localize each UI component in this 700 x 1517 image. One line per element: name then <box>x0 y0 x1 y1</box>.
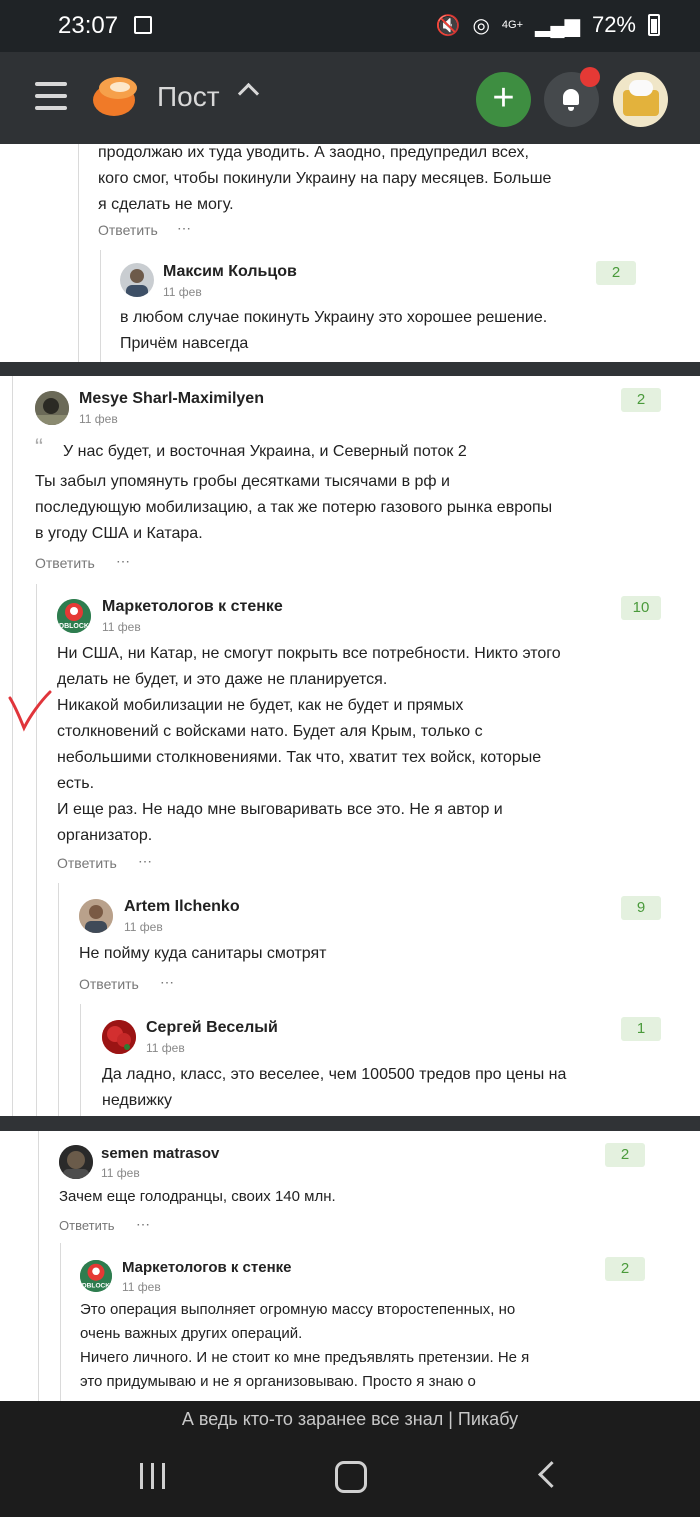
comment-date: 11 фев <box>102 620 141 634</box>
thread-line <box>12 376 13 1116</box>
svg-text:DBLOCK: DBLOCK <box>82 1282 110 1289</box>
comment-date: 11 фев <box>146 1041 185 1055</box>
status-bar: 23:07 🔇 ◎ 4G+ ▂▄▆ 72% <box>0 0 700 52</box>
avatar[interactable] <box>59 1145 93 1179</box>
battery-icon <box>648 14 660 36</box>
comment-text: Это операция выполняет огромную массу вт… <box>80 1301 530 1390</box>
more-icon[interactable]: ⋯ <box>116 553 131 570</box>
reply-link[interactable]: Ответить <box>59 1218 115 1233</box>
comment-text: Зачем еще голодранцы, своих 140 млн. <box>59 1188 336 1205</box>
page-title[interactable]: Пост <box>157 81 220 113</box>
reply-link[interactable]: Ответить <box>79 976 139 992</box>
comment-text: Не пойму куда санитары смотрят <box>79 945 327 962</box>
status-icons: 🔇 ◎ 4G+ ▂▄▆ 72% <box>436 12 660 38</box>
reply-link[interactable]: Ответить <box>57 855 117 871</box>
screenshot-divider <box>0 1116 700 1131</box>
menu-icon[interactable] <box>35 82 67 112</box>
rating-badge: 2 <box>621 388 661 412</box>
comment-author[interactable]: Максим Кольцов <box>163 263 297 281</box>
avatar[interactable]: DBLOCK <box>57 599 91 633</box>
image-caption: А ведь кто-то заранее все знал | Пикабу <box>181 1409 519 1429</box>
more-icon[interactable]: ⋯ <box>138 853 153 870</box>
thread-line <box>78 144 79 362</box>
comment-date: 11 фев <box>163 285 202 299</box>
home-icon[interactable] <box>335 1461 367 1493</box>
comment-screenshot-3: semen matrasov 11 фев 2 Зачем еще голодр… <box>0 1131 700 1401</box>
pikabu-logo[interactable] <box>92 74 140 118</box>
quoted-text: У нас будет, и восточная Украина, и Севе… <box>63 443 467 460</box>
thread-line <box>100 250 101 362</box>
system-nav-bar: А ведь кто-то заранее все знал | Пикабу <box>0 1401 700 1517</box>
mute-icon: 🔇 <box>435 14 461 37</box>
chevron-up-icon[interactable] <box>237 82 260 105</box>
comment-text: в любом случае покинуть Украину это хоро… <box>120 309 548 352</box>
thread-line <box>80 1004 81 1116</box>
comment-screenshot-1: продолжаю их туда уводить. А заодно, пре… <box>0 144 700 362</box>
comment-date: 11 фев <box>79 412 118 426</box>
comment-author[interactable]: Маркетологов к стенке <box>102 598 283 616</box>
comment-author[interactable]: Маркетологов к стенке <box>122 1259 291 1276</box>
add-post-button[interactable]: + <box>476 72 531 127</box>
checkmark-annotation-icon <box>8 690 52 732</box>
app-header: Пост + <box>0 52 700 144</box>
bell-icon <box>563 89 579 111</box>
recent-apps-icon[interactable] <box>140 1463 168 1489</box>
thread-line <box>60 1243 61 1401</box>
comment-text: Да ладно, класс, это веселее, чем 100500… <box>102 1066 567 1109</box>
user-avatar[interactable] <box>613 72 668 127</box>
hotspot-icon: ◎ <box>472 14 490 37</box>
avatar[interactable]: DBLOCK <box>80 1260 112 1292</box>
back-icon[interactable] <box>538 1461 565 1488</box>
gallery-icon <box>134 16 152 34</box>
thread-line <box>36 584 37 1116</box>
screenshot-divider <box>0 362 700 376</box>
avatar[interactable] <box>102 1020 136 1054</box>
avatar[interactable] <box>35 391 69 425</box>
clock: 23:07 <box>58 12 119 39</box>
battery-percent: 72% <box>591 12 636 37</box>
reply-link[interactable]: Ответить <box>35 555 95 571</box>
rating-badge: 2 <box>605 1257 645 1281</box>
comment-text: Ни США, ни Катар, не смогут покрыть все … <box>57 645 561 844</box>
avatar[interactable] <box>79 899 113 933</box>
comment-screenshot-2: Mesye Sharl-Maximilyen 11 фев 2 “ У нас … <box>0 376 700 1116</box>
reply-link[interactable]: Ответить <box>98 222 158 238</box>
rating-badge: 2 <box>605 1143 645 1167</box>
network-type: 4G+ <box>501 18 524 31</box>
more-icon[interactable]: ⋯ <box>136 1216 151 1233</box>
notifications-button[interactable] <box>544 67 600 127</box>
notification-badge <box>580 67 600 87</box>
rating-badge: 1 <box>621 1017 661 1041</box>
quote-icon: “ <box>35 434 43 461</box>
comment-text: Ты забыл упомянуть гробы десятками тысяч… <box>35 473 553 542</box>
svg-text:DBLOCK: DBLOCK <box>59 623 89 630</box>
comment-author[interactable]: Artem Ilchenko <box>124 898 240 916</box>
comment-text: продолжаю их туда уводить. А заодно, пре… <box>98 144 552 213</box>
rating-badge: 10 <box>621 596 661 620</box>
thread-line <box>58 883 59 1116</box>
rating-badge: 2 <box>596 261 636 285</box>
comment-author[interactable]: semen matrasov <box>101 1145 219 1162</box>
thread-line <box>38 1131 39 1401</box>
comment-author[interactable]: Mesye Sharl-Maximilyen <box>79 390 264 408</box>
comment-date: 11 фев <box>122 1280 161 1294</box>
comment-date: 11 фев <box>101 1166 140 1180</box>
signal-icon: ▂▄▆ <box>535 14 580 37</box>
more-icon[interactable]: ⋯ <box>177 220 192 237</box>
comment-author[interactable]: Сергей Веселый <box>146 1019 278 1037</box>
more-icon[interactable]: ⋯ <box>160 974 175 991</box>
rating-badge: 9 <box>621 896 661 920</box>
avatar[interactable] <box>120 263 154 297</box>
comment-date: 11 фев <box>124 920 163 934</box>
